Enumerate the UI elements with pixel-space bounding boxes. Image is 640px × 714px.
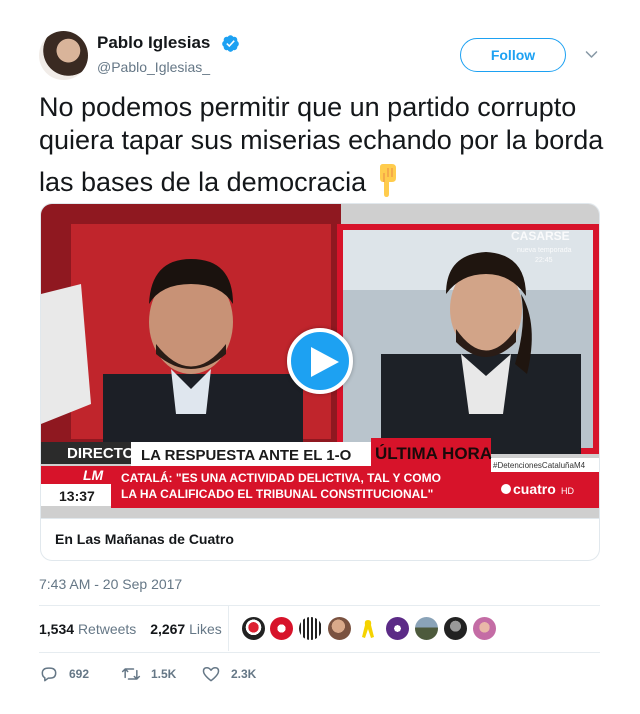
stats-separator	[228, 606, 229, 651]
divider-top	[39, 605, 600, 606]
tweet-text: No podemos permitir que un partido corru…	[39, 91, 604, 199]
promo-corner-subtitle: nueva temporada	[517, 247, 572, 254]
retweets-stat[interactable]: 1,534 Retweets	[39, 621, 136, 637]
reply-icon	[41, 667, 57, 682]
liker-avatar[interactable]	[298, 616, 323, 641]
author-handle[interactable]: @Pablo_Iglesias_	[97, 59, 210, 75]
channel-hd: HD	[561, 486, 574, 496]
liker-avatar[interactable]	[414, 616, 439, 641]
likes-stat[interactable]: 2,267 Likes	[150, 621, 222, 637]
retweets-label: Retweets	[77, 621, 137, 637]
video-thumbnail[interactable]: CASARSE nueva temporada 22:45 DIRECTO LA…	[41, 204, 599, 518]
play-icon	[311, 347, 339, 377]
hashtag-label: #DetencionesCataluñaM4	[493, 461, 586, 470]
channel-logo: cuatro	[513, 481, 556, 497]
liker-avatar[interactable]	[241, 616, 266, 641]
quote-line-1: CATALÁ: "ES UNA ACTIVIDAD DELICTIVA, TAL…	[121, 470, 441, 485]
quote-line-2: LA HA CALIFICADO EL TRIBUNAL CONSTITUCIO…	[121, 487, 433, 501]
reply-count: 692	[69, 667, 90, 681]
retweet-icon	[121, 668, 141, 680]
follow-button[interactable]: Follow	[460, 38, 566, 72]
yellow-ribbon-icon	[362, 620, 374, 638]
liker-avatar[interactable]	[443, 616, 468, 641]
promo-corner-title: CASARSE	[511, 229, 570, 243]
author-name[interactable]: Pablo Iglesias	[97, 33, 210, 53]
verified-badge-icon	[222, 35, 239, 52]
liker-avatar[interactable]	[385, 616, 410, 641]
chevron-down-icon[interactable]	[584, 47, 599, 62]
likes-count: 2,267	[150, 621, 186, 637]
promo-corner-time: 22:45	[535, 257, 553, 264]
play-button[interactable]	[287, 328, 353, 394]
retweet-action[interactable]: 1.5K	[121, 663, 176, 685]
engagement-stats: 1,534 Retweets 2,267 Likes	[39, 621, 232, 637]
like-count: 2.3K	[231, 667, 257, 681]
tweet-text-body: No podemos permitir que un partido corru…	[39, 92, 604, 197]
directo-label: DIRECTO	[67, 445, 135, 462]
retweet-count: 1.5K	[151, 667, 177, 681]
liker-avatar[interactable]	[269, 616, 294, 641]
reply-action[interactable]: 692	[39, 663, 89, 685]
pointing-down-emoji-icon	[372, 163, 402, 197]
retweets-count: 1,534	[39, 621, 75, 637]
tweet-timestamp[interactable]: 7:43 AM - 20 Sep 2017	[39, 576, 182, 592]
like-action[interactable]: 2.3K	[201, 663, 256, 685]
card-divider	[41, 518, 599, 519]
video-clock: 13:37	[59, 488, 95, 504]
likes-label: Likes	[189, 621, 222, 637]
divider-bottom	[39, 652, 600, 653]
ultima-hora-label: ÚLTIMA HORA	[375, 444, 492, 463]
video-card[interactable]: CASARSE nueva temporada 22:45 DIRECTO LA…	[40, 203, 600, 561]
card-title[interactable]: En Las Mañanas de Cuatro	[55, 531, 234, 547]
liker-avatar[interactable]	[327, 616, 352, 641]
avatar[interactable]	[39, 31, 88, 80]
heart-icon	[202, 667, 220, 682]
lm-logo: LM	[83, 467, 104, 483]
liker-avatar[interactable]	[472, 616, 497, 641]
liker-avatar[interactable]	[356, 616, 381, 641]
headline-label: LA RESPUESTA ANTE EL 1-O	[141, 447, 352, 464]
